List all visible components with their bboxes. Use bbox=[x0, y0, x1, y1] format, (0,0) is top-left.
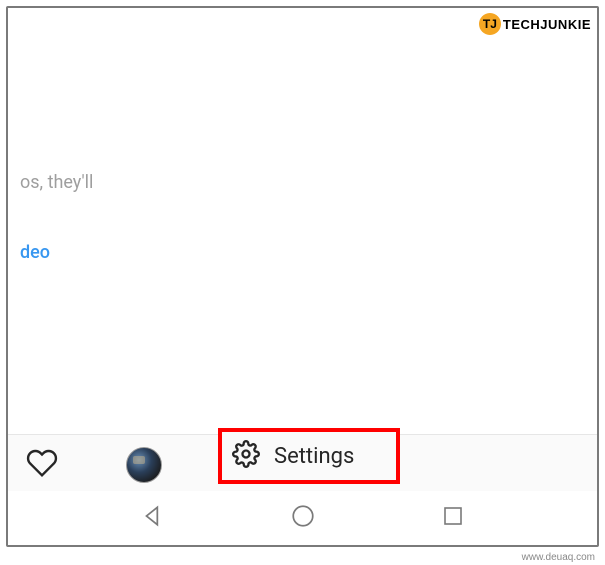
heart-icon[interactable] bbox=[26, 447, 58, 483]
settings-button[interactable]: Settings bbox=[218, 428, 400, 484]
cropped-link-text[interactable]: deo bbox=[20, 242, 50, 263]
settings-label: Settings bbox=[274, 444, 354, 469]
android-nav-bar bbox=[8, 491, 597, 545]
watermark-logo-text: TECHJUNKIE bbox=[503, 17, 591, 32]
home-icon[interactable] bbox=[290, 503, 316, 533]
gear-icon bbox=[222, 440, 260, 472]
back-icon[interactable] bbox=[140, 503, 166, 533]
cropped-description-text: os, they'll bbox=[20, 172, 93, 193]
profile-avatar[interactable] bbox=[126, 447, 162, 483]
screenshot-frame: TJ TECHJUNKIE os, they'll deo Settings bbox=[6, 6, 599, 547]
recent-apps-icon[interactable] bbox=[441, 504, 465, 532]
source-url-watermark: www.deuaq.com bbox=[522, 552, 595, 563]
watermark-logo: TJ TECHJUNKIE bbox=[479, 13, 591, 35]
watermark-logo-circle: TJ bbox=[479, 13, 501, 35]
